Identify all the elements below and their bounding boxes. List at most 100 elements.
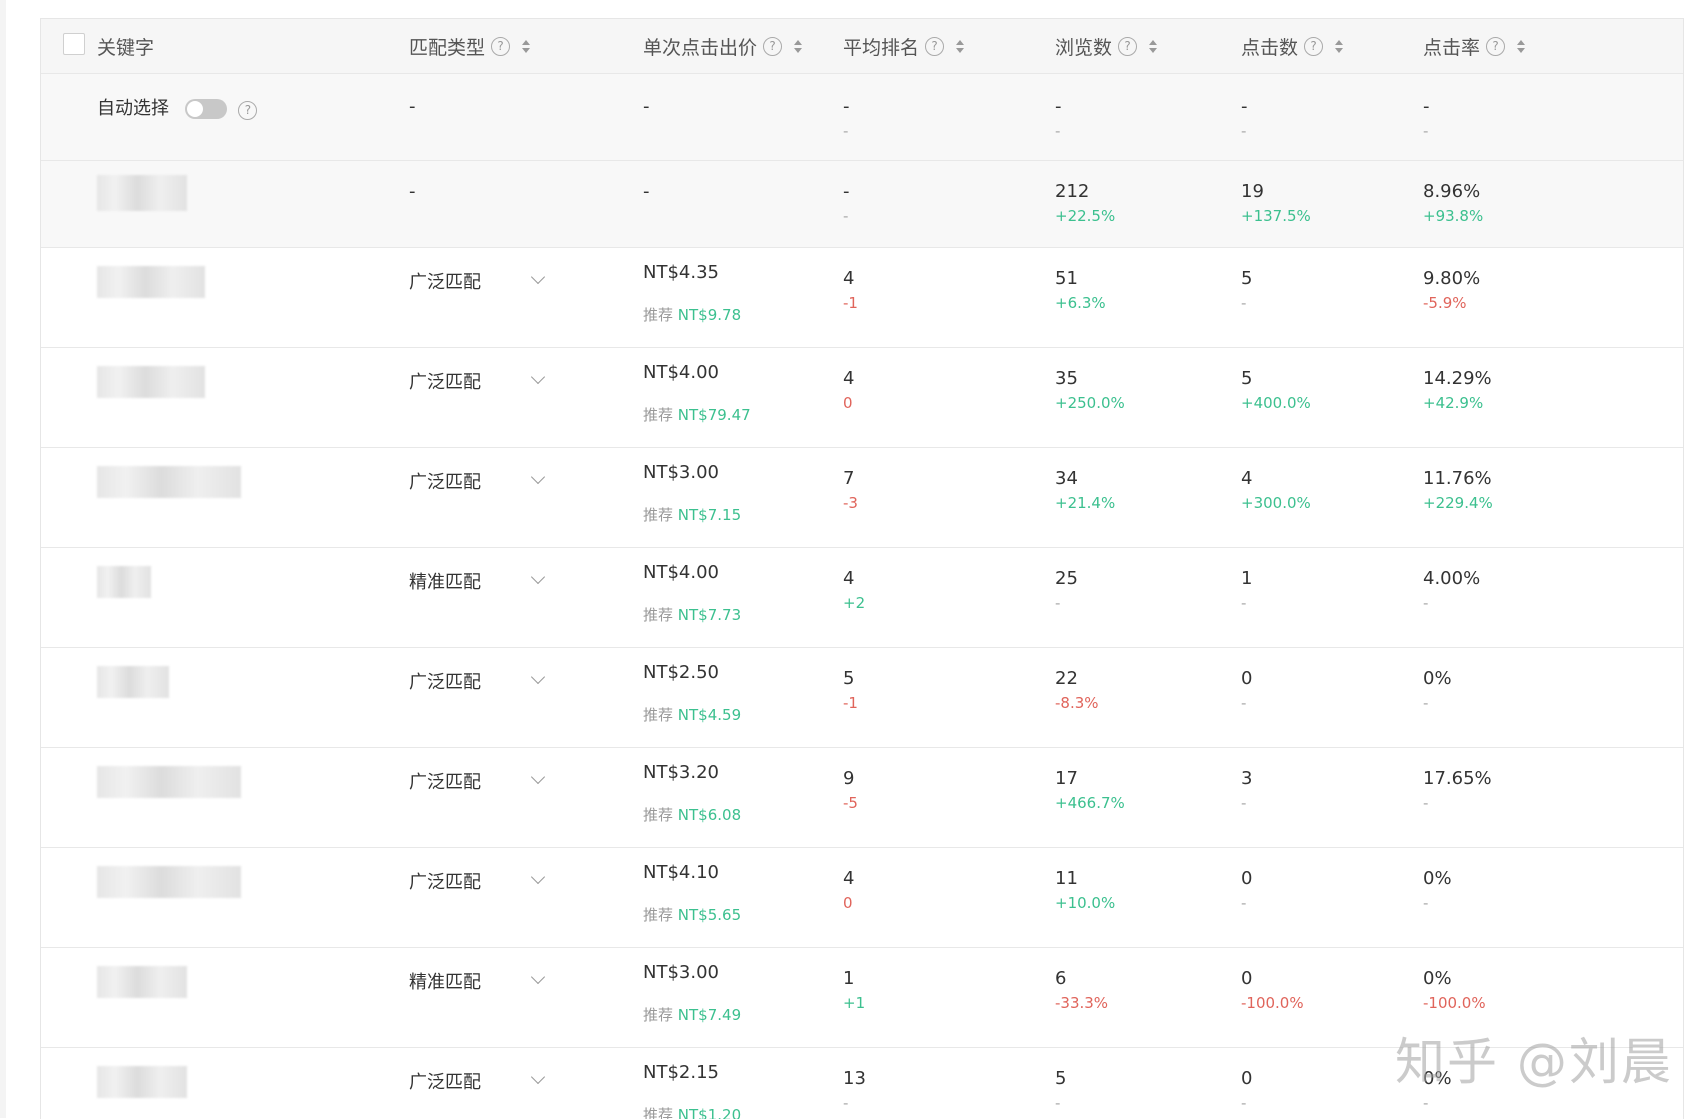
help-icon[interactable]: ? [763,36,783,56]
bid-value[interactable]: NT$3.20 [643,762,719,783]
match-type-value[interactable]: 广泛匹配 [409,368,481,394]
bid-value[interactable]: NT$4.00 [643,362,719,383]
recommend-label: 推荐 [643,706,674,724]
recommend-value: NT$1.20 [677,1106,742,1119]
blurred-keyword [97,666,169,698]
ctr-change: - [1423,794,1429,812]
match-type-value[interactable]: 广泛匹配 [409,268,481,294]
header-ctr[interactable]: 点击率 ? [1423,19,1526,73]
bid-value[interactable]: NT$2.15 [643,1062,719,1083]
match-type-value[interactable]: 广泛匹配 [409,668,481,694]
summary-row: - - - - 212 +22.5% 19 +137.5% 8.96% +93.… [41,161,1683,248]
select-all-checkbox[interactable] [63,33,85,55]
impressions-value: 22 [1055,668,1078,689]
bid-value[interactable]: NT$3.00 [643,962,719,983]
table-row: 广泛匹配 NT$3.20 推荐 NT$6.08 9 -5 17 +466.7% 3 - 17.65… [41,748,1683,848]
recommend-value: NT$7.15 [677,506,742,524]
rank-change: -1 [843,294,858,312]
blurred-keyword [97,766,241,798]
sort-icon[interactable] [1335,39,1344,53]
help-icon[interactable]: ? [491,36,511,56]
table-row: 广泛匹配 NT$4.35 推荐 NT$9.78 4 -1 51 +6.3% 5 - 9.80% -5… [41,248,1683,348]
bid-value[interactable]: NT$4.10 [643,862,719,883]
auto-select-cell: 自动选择 ? [97,94,258,120]
sort-icon[interactable] [794,39,803,53]
help-icon[interactable]: ? [1118,36,1138,56]
blurred-keyword [97,466,241,498]
match-type-value[interactable]: 广泛匹配 [409,768,481,794]
chevron-down-icon[interactable] [530,1069,546,1085]
recommend-label: 推荐 [643,806,674,824]
help-icon[interactable]: ? [925,36,945,56]
recommended-bid: 推荐 NT$7.73 [643,604,741,625]
impressions-value: 6 [1055,968,1067,989]
clicks-value: - [1241,96,1248,117]
bid-value[interactable]: NT$3.00 [643,462,719,483]
sort-icon[interactable] [956,39,965,53]
rank-value: 5 [843,668,855,689]
chevron-down-icon[interactable] [530,569,546,585]
match-type-value[interactable]: 广泛匹配 [409,468,481,494]
ctr-value: 14.29% [1423,368,1492,389]
recommend-value: NT$4.59 [677,706,742,724]
blurred-keyword [97,1066,187,1098]
impressions-value: 212 [1055,181,1090,202]
table-header: 关键字 匹配类型 ? 单次点击出价 ? 平均排名 ? 浏览数 ? 点击数 ? 点… [41,19,1683,74]
ctr-change: - [1423,122,1429,140]
sort-icon[interactable] [522,39,531,53]
help-icon[interactable]: ? [238,101,258,120]
ctr-value: 9.80% [1423,268,1481,289]
impressions-change: +22.5% [1055,207,1116,225]
ctr-change: - [1423,1094,1429,1112]
header-clicks[interactable]: 点击数 ? [1241,19,1344,73]
recommend-value: NT$5.65 [677,906,742,924]
help-icon[interactable]: ? [1304,36,1324,56]
recommended-bid: 推荐 NT$7.15 [643,504,741,525]
help-icon[interactable]: ? [1486,36,1506,56]
impressions-value: 35 [1055,368,1078,389]
chevron-down-icon[interactable] [530,469,546,485]
clicks-change: +400.0% [1241,394,1311,412]
header-cpc-bid[interactable]: 单次点击出价 ? [643,19,803,73]
chevron-down-icon[interactable] [530,769,546,785]
rank-change: -1 [843,694,858,712]
match-type-value[interactable]: 广泛匹配 [409,1068,481,1094]
chevron-down-icon[interactable] [530,869,546,885]
table-row: 广泛匹配 NT$4.00 推荐 NT$79.47 4 0 35 +250.0% 5 +400.0… [41,348,1683,448]
header-impressions[interactable]: 浏览数 ? [1055,19,1158,73]
chevron-down-icon[interactable] [530,269,546,285]
clicks-change: +137.5% [1241,207,1311,225]
rank-change: +2 [843,594,866,612]
bid-value[interactable]: NT$4.00 [643,562,719,583]
rank-value: 4 [843,368,855,389]
rank-change: - [843,207,849,225]
impressions-value: 17 [1055,768,1078,789]
clicks-value: 1 [1241,568,1253,589]
clicks-value: 3 [1241,768,1253,789]
ctr-change: +42.9% [1423,394,1484,412]
ctr-change: -5.9% [1423,294,1467,312]
clicks-change: - [1241,894,1247,912]
header-match-type[interactable]: 匹配类型 ? [409,19,531,73]
clicks-change: - [1241,794,1247,812]
clicks-change: +300.0% [1241,494,1311,512]
ctr-value: 0% [1423,968,1452,989]
sort-icon[interactable] [1149,39,1158,53]
sort-icon[interactable] [1517,39,1526,53]
chevron-down-icon[interactable] [530,669,546,685]
match-type-value[interactable]: 广泛匹配 [409,868,481,894]
bid-value[interactable]: NT$2.50 [643,662,719,683]
ctr-change: - [1423,694,1429,712]
header-avg-rank[interactable]: 平均排名 ? [843,19,965,73]
chevron-down-icon[interactable] [530,969,546,985]
clicks-value: 0 [1241,668,1253,689]
ctr-change: - [1423,594,1429,612]
match-type-value[interactable]: 精准匹配 [409,968,481,994]
recommended-bid: 推荐 NT$79.47 [643,404,751,425]
match-type-value[interactable]: 精准匹配 [409,568,481,594]
bid-value[interactable]: NT$4.35 [643,262,719,283]
auto-select-toggle[interactable] [184,99,227,119]
recommend-label: 推荐 [643,1106,674,1119]
ctr-value: 0% [1423,868,1452,889]
chevron-down-icon[interactable] [530,369,546,385]
